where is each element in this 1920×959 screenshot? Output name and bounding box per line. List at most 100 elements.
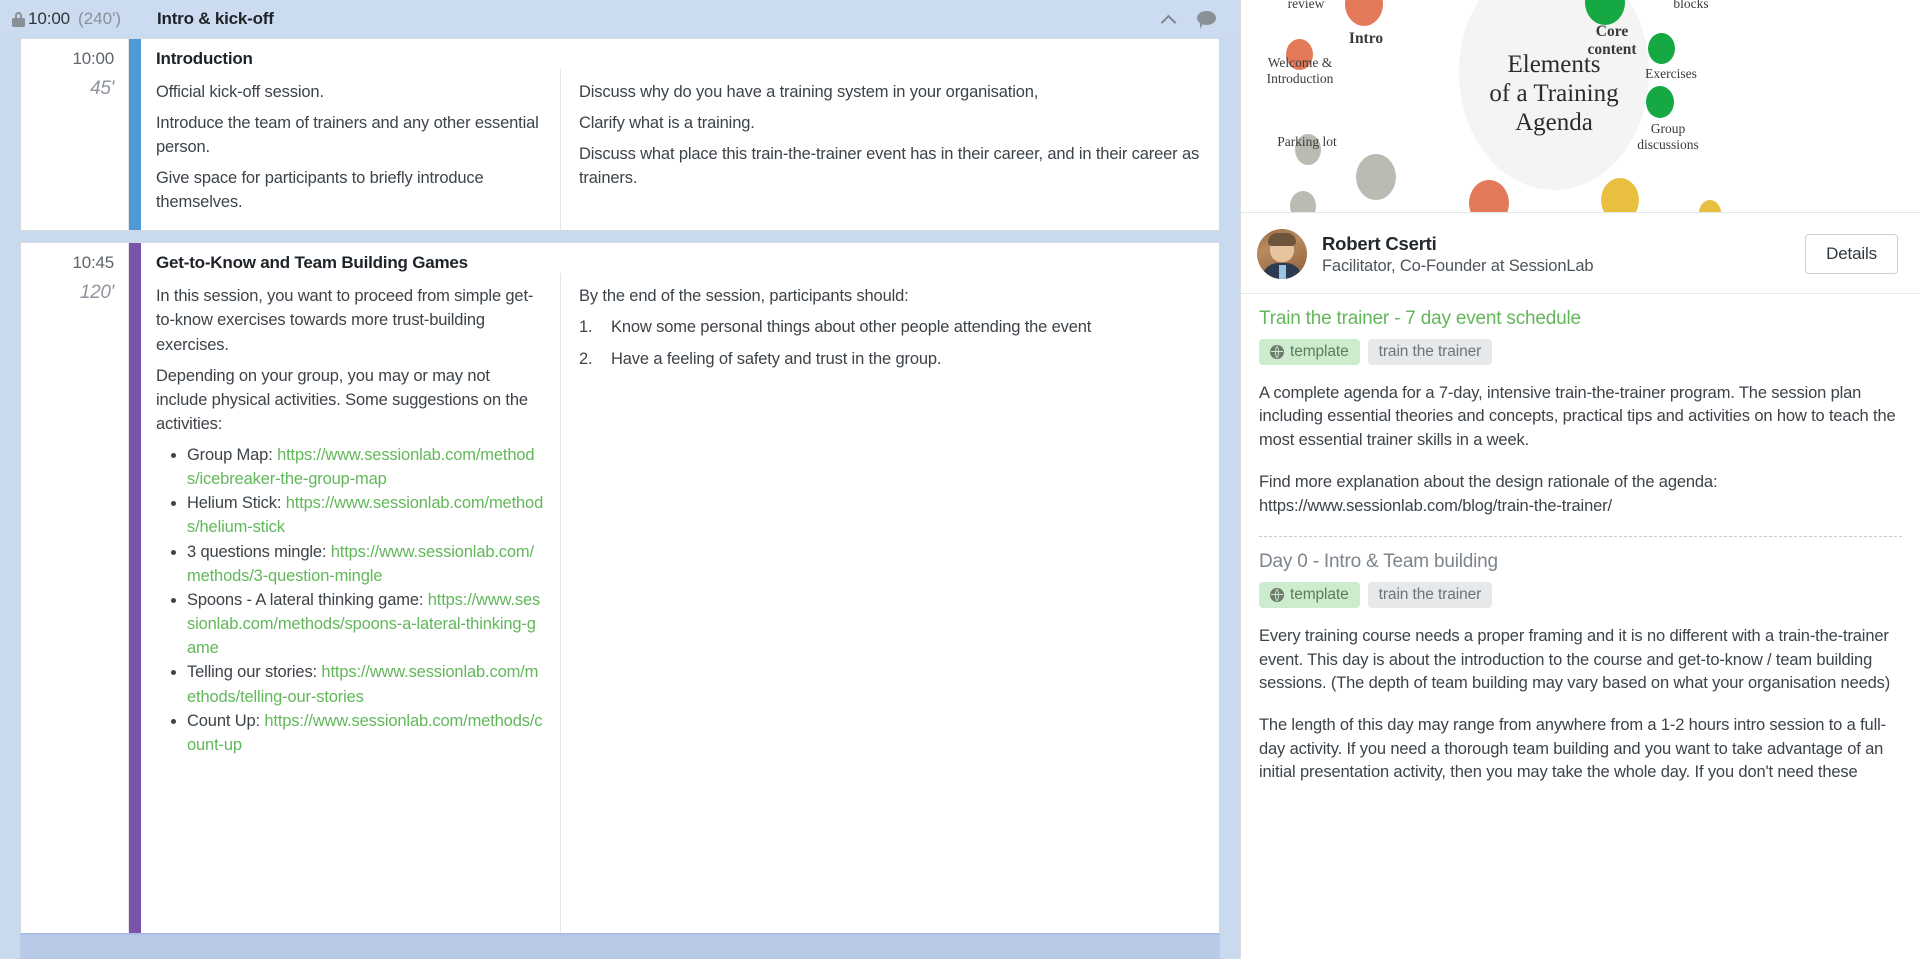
list-item: Count Up: https://www.sessionlab.com/met… — [187, 709, 544, 757]
tag-label: train the trainer — [1378, 343, 1482, 360]
activity-label: Count Up: — [187, 711, 260, 730]
tag-template[interactable]: template — [1259, 582, 1360, 609]
section-title[interactable]: Day 0 - Intro & Team building — [1259, 551, 1902, 573]
session-columns: Official kick-off session. Introduce the… — [141, 69, 1219, 231]
infographic-label: Parking lot — [1277, 134, 1337, 149]
section-body: A complete agenda for a 7-day, intensive… — [1259, 382, 1902, 518]
objective-number: 1. — [579, 318, 593, 337]
section-paragraph: A complete agenda for a 7-day, intensive… — [1259, 384, 1896, 449]
session-description-col: Official kick-off session. Introduce the… — [141, 69, 561, 231]
session-card[interactable]: 10:45 120' Get-to-Know and Team Building… — [20, 242, 1220, 959]
training-agenda-infographic: Elements of a Training Agenda review Intro… — [1241, 0, 1920, 213]
next-block-strip[interactable] — [20, 933, 1220, 959]
facilitator-row: Robert Cserti Facilitator, Co-Founder at… — [1241, 213, 1920, 294]
session-name: Introduction — [156, 49, 253, 68]
session-note: Discuss what place this train-the-traine… — [579, 145, 1200, 188]
session-paragraph: Depending on your group, you may or may … — [156, 366, 528, 433]
list-item: Spoons - A lateral thinking game: https:… — [187, 588, 544, 661]
infographic-label: Core content — [1587, 23, 1637, 59]
block-start-time: 10:00 — [28, 9, 71, 28]
infographic-dot-grey — [1356, 154, 1396, 200]
session-time-col: 10:45 120' — [21, 243, 129, 959]
block-duration: (240') — [78, 9, 121, 28]
list-item: Helium Stick: https://www.sessionlab.com… — [187, 491, 544, 539]
activity-label: Group Map: — [187, 445, 273, 464]
activity-label: Spoons - A lateral thinking game: — [187, 590, 424, 609]
block-title: Intro & kick-off — [156, 9, 274, 28]
block-actions — [1160, 10, 1218, 29]
lock-icon — [12, 11, 25, 27]
objective-number: 2. — [579, 349, 593, 368]
app-root: 10:00 (240') Intro & kick-off 10:00 45' … — [0, 0, 1920, 959]
infographic-dot-yellow — [1601, 178, 1639, 212]
infographic-label: Exercises — [1645, 66, 1697, 81]
section-tags: template train the trainer — [1259, 339, 1902, 365]
section-tags: template train the trainer — [1259, 582, 1902, 609]
tag-template[interactable]: template — [1259, 339, 1360, 365]
avatar[interactable] — [1257, 229, 1307, 279]
session-duration: 120' — [79, 282, 114, 304]
session-body: Introduction Official kick-off session. … — [141, 39, 1219, 231]
facilitator-info: Robert Cserti Facilitator, Co-Founder at… — [1322, 232, 1594, 276]
session-paragraph: Official kick-off session. — [156, 83, 324, 101]
detail-section: Day 0 - Intro & Team building template t… — [1259, 536, 1902, 803]
infographic-label: blocks — [1673, 0, 1709, 11]
facilitator-role: Facilitator, Co-Founder at SessionLab — [1322, 256, 1594, 275]
infographic-dot-yellow — [1699, 200, 1721, 212]
objective-item: 1. Know some personal things about other… — [579, 315, 1201, 339]
detail-pane: Elements of a Training Agenda review Intro… — [1240, 0, 1920, 959]
comment-icon[interactable] — [1197, 10, 1218, 29]
session-note: Clarify what is a training. — [579, 114, 755, 133]
section-paragraph: Find more explanation about the design r… — [1259, 473, 1718, 515]
detail-section: Train the trainer - 7 day event schedule… — [1259, 294, 1902, 536]
infographic-dot-green — [1646, 86, 1674, 118]
session-start-time: 10:00 — [72, 49, 114, 68]
tag-label: template — [1290, 343, 1349, 360]
objective-text: Have a feeling of safety and trust in th… — [611, 349, 942, 368]
session-time-col: 10:00 45' — [21, 39, 129, 231]
infographic-label: Intro — [1348, 30, 1384, 47]
agenda-block-header[interactable]: 10:00 (240') Intro & kick-off — [0, 0, 1240, 38]
tag-topic[interactable]: train the trainer — [1367, 582, 1493, 609]
session-description-col: In this session, you want to proceed fro… — [141, 273, 561, 959]
session-name: Get-to-Know and Team Building Games — [156, 253, 468, 273]
agenda-scroll-area[interactable]: 10:00 (240') Intro & kick-off 10:00 45' … — [0, 0, 1240, 959]
infographic-label: Welcome & Introduction — [1266, 55, 1334, 86]
details-button[interactable]: Details — [1805, 234, 1898, 274]
chevron-up-icon[interactable] — [1160, 10, 1179, 29]
section-paragraph: The length of this day may range from an… — [1259, 716, 1886, 782]
tag-label: train the trainer — [1378, 586, 1482, 604]
infographic-label: review — [1287, 0, 1325, 11]
facilitator-name: Robert Cserti — [1322, 232, 1437, 254]
tag-topic[interactable]: train the trainer — [1367, 339, 1493, 365]
session-paragraph: Introduce the team of trainers and any o… — [156, 114, 539, 157]
session-body: Get-to-Know and Team Building Games In t… — [141, 243, 1219, 959]
session-columns: In this session, you want to proceed fro… — [141, 273, 1219, 959]
activity-list: Group Map: https://www.sessionlab.com/me… — [156, 443, 544, 757]
objectives-intro: By the end of the session, participants … — [579, 287, 909, 306]
session-card[interactable]: 10:00 45' Introduction Official kick-off… — [20, 38, 1220, 232]
list-item: 3 questions mingle: https://www.sessionl… — [187, 540, 544, 588]
session-objectives-col: By the end of the session, participants … — [561, 273, 1219, 959]
list-item: Group Map: https://www.sessionlab.com/me… — [187, 443, 544, 491]
activity-label: Helium Stick: — [187, 494, 282, 513]
objective-text: Know some personal things about other pe… — [611, 318, 1092, 337]
session-notes-col: Discuss why do you have a training syste… — [561, 69, 1219, 230]
detail-scroll-area[interactable]: Train the trainer - 7 day event schedule… — [1241, 294, 1920, 959]
session-accent-bar — [129, 243, 141, 959]
session-start-time: 10:45 — [72, 253, 114, 273]
session-duration: 45' — [90, 78, 114, 99]
session-gap — [0, 231, 1240, 242]
section-paragraph: Every training course needs a proper fra… — [1259, 627, 1891, 692]
objective-item: 2. Have a feeling of safety and trust in… — [579, 347, 1201, 371]
agenda-pane: 10:00 (240') Intro & kick-off 10:00 45' … — [0, 0, 1240, 959]
list-item: Telling our stories: https://www.session… — [187, 660, 544, 708]
session-note: Discuss why do you have a training syste… — [579, 83, 1039, 101]
section-title[interactable]: Train the trainer - 7 day event schedule — [1259, 308, 1902, 330]
section-body: Every training course needs a proper fra… — [1259, 625, 1902, 785]
infographic-dot-orange — [1469, 180, 1509, 212]
session-paragraph: Give space for participants to briefly i… — [156, 169, 484, 212]
session-accent-bar — [129, 39, 141, 231]
infographic-dot-grey — [1290, 191, 1316, 212]
infographic-label: Group discussions — [1637, 121, 1699, 152]
